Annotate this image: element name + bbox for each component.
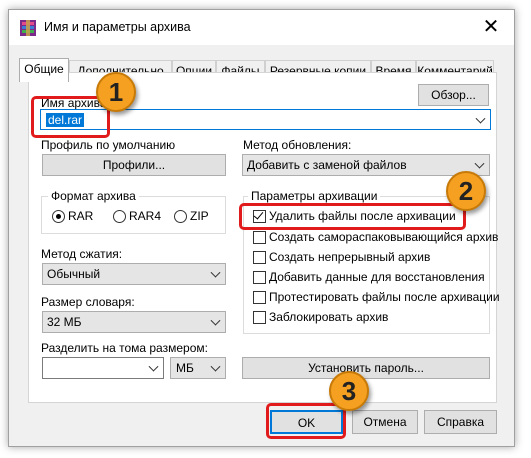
chevron-down-icon <box>210 315 221 326</box>
compression-select[interactable]: Обычный <box>42 263 226 285</box>
checkbox-lock[interactable] <box>253 311 266 324</box>
checkbox-test[interactable] <box>253 291 266 304</box>
step-badge-1: 1 <box>96 72 136 112</box>
profiles-button-label: Профили... <box>102 158 166 172</box>
browse-button[interactable]: Обзор... <box>418 84 489 106</box>
dictionary-value: 32 МБ <box>47 315 82 329</box>
tab-general[interactable]: Общие <box>19 58 69 82</box>
browse-button-label: Обзор... <box>431 88 476 102</box>
archive-options-title: Параметры архивации <box>248 189 381 203</box>
winrar-app-icon <box>20 20 36 36</box>
checkbox-test-label: Протестировать файлы после архивации <box>269 290 500 304</box>
close-button[interactable]: ✕ <box>471 10 511 45</box>
chevron-down-icon <box>210 361 221 372</box>
update-method-label: Метод обновления: <box>243 138 352 152</box>
chevron-down-icon[interactable] <box>475 113 486 124</box>
profiles-button[interactable]: Профили... <box>42 154 226 176</box>
step-badge-3: 3 <box>329 371 369 411</box>
split-unit-select[interactable]: МБ <box>170 357 226 379</box>
checkbox-recovery-label: Добавить данные для восстановления <box>269 270 485 284</box>
highlight-delete-files <box>239 203 466 230</box>
help-button[interactable]: Справка <box>424 410 497 434</box>
checkbox-sfx-label: Создать самораспаковывающийся архив <box>269 230 499 244</box>
compression-label: Метод сжатия: <box>41 247 123 261</box>
profile-label: Профиль по умолчанию <box>41 138 176 152</box>
split-unit-value: МБ <box>176 361 194 375</box>
chevron-down-icon <box>474 158 485 169</box>
window-title: Имя и параметры архива <box>44 20 191 34</box>
radio-rar[interactable] <box>52 210 65 223</box>
radio-zip-label: ZIP <box>190 209 209 223</box>
checkbox-lock-label: Заблокировать архив <box>269 310 389 324</box>
checkbox-solid-label: Создать непрерывный архив <box>269 250 431 264</box>
chevron-down-icon <box>210 267 221 278</box>
update-method-value: Добавить с заменой файлов <box>247 158 407 172</box>
split-label: Разделить на тома размером: <box>41 341 208 355</box>
compression-value: Обычный <box>47 267 101 281</box>
chevron-down-icon[interactable] <box>148 361 159 372</box>
help-button-label: Справка <box>436 415 485 429</box>
checkbox-sfx[interactable] <box>253 231 266 244</box>
radio-rar4[interactable] <box>113 210 126 223</box>
radio-zip[interactable] <box>174 210 187 223</box>
dictionary-label: Размер словаря: <box>41 295 135 309</box>
split-size-field[interactable] <box>42 357 164 379</box>
set-password-label: Установить пароль... <box>308 361 424 375</box>
dictionary-select[interactable]: 32 МБ <box>42 311 226 333</box>
archive-format-title: Формат архива <box>48 189 139 203</box>
step-badge-2: 2 <box>446 171 486 211</box>
set-password-button[interactable]: Установить пароль... <box>242 357 490 379</box>
radio-selected-dot <box>56 214 61 219</box>
cancel-button-label: Отмена <box>363 415 407 429</box>
radio-rar4-label: RAR4 <box>129 209 162 223</box>
checkbox-recovery[interactable] <box>253 271 266 284</box>
title-bar: Имя и параметры архива ✕ <box>9 10 514 45</box>
cancel-button[interactable]: Отмена <box>352 410 418 434</box>
checkbox-solid[interactable] <box>253 251 266 264</box>
highlight-ok-button <box>266 403 346 439</box>
tab-label: Общие <box>24 62 64 76</box>
update-method-select[interactable]: Добавить с заменой файлов <box>242 154 490 176</box>
radio-rar-label: RAR <box>68 209 94 223</box>
close-icon: ✕ <box>482 16 500 38</box>
